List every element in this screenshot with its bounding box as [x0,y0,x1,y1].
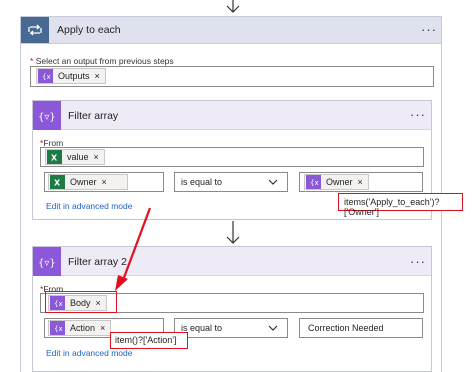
operator-value: is equal to [181,177,223,187]
value-token[interactable]: X value × [45,149,105,165]
svg-text:{x}: {x} [54,325,63,333]
annotation-box: item()?['Action'] [110,332,188,349]
outputs-token-remove-button[interactable]: × [95,71,100,81]
svg-text:{▿}: {▿} [38,112,56,123]
expression-icon: {x} [50,321,65,335]
chevron-down-icon [268,179,278,185]
value-token-label: value [67,152,89,162]
action-token-label: Action [70,323,96,333]
action-token-remove-button[interactable]: × [100,323,105,333]
svg-text:{x}: {x} [42,73,51,81]
annotation-box: items('Apply_to_each')?['Owner'] [338,193,463,217]
expression-icon: {x} [306,175,321,189]
arrow-down-icon [226,221,240,244]
owner-right-token[interactable]: {x} Owner × [304,174,369,190]
owner-right-token-label: Owner [326,177,353,187]
filter-array-2-menu-button[interactable]: ··· [410,255,426,268]
expression-icon: {x} [50,296,65,310]
action-token[interactable]: {x} Action × [48,320,112,336]
filter-icon: {▿} [33,101,61,130]
arrow-down-icon [226,0,240,13]
body-token-remove-button[interactable]: × [96,298,101,308]
svg-text:X: X [51,154,58,163]
annotation-text: item()?['Action'] [115,335,177,345]
svg-text:X: X [54,179,61,188]
apply-to-each-title: Apply to each [57,24,121,36]
outputs-token[interactable]: {x} Outputs × [36,68,106,84]
operator-dropdown[interactable]: is equal to [174,172,288,192]
svg-text:{▿}: {▿} [38,258,56,269]
filter-array-menu-button[interactable]: ··· [410,108,426,121]
excel-icon: X [47,150,62,164]
filter-array-title: Filter array [68,110,119,122]
filter-icon: {▿} [33,247,61,276]
apply-to-each-menu-button[interactable]: ··· [421,23,437,36]
edit-advanced-mode-link[interactable]: Edit in advanced mode [46,348,132,358]
annotation-text: items('Apply_to_each')?['Owner'] [344,197,440,217]
owner-left-token[interactable]: X Owner × [48,174,128,190]
value-token-remove-button[interactable]: × [94,152,99,162]
svg-text:{x}: {x} [54,300,63,308]
body-token[interactable]: {x} Body × [48,295,107,311]
owner-right-token-remove-button[interactable]: × [358,177,363,187]
condition-right-value: Correction Needed [308,323,384,333]
chevron-down-icon [268,325,278,331]
outputs-token-label: Outputs [58,71,90,81]
red-arrow-annotation [115,207,152,291]
svg-text:{x}: {x} [310,179,319,187]
operator-dropdown[interactable]: is equal to [174,318,288,338]
owner-left-token-label: Owner [70,177,97,187]
body-token-label: Body [70,298,91,308]
owner-left-token-remove-button[interactable]: × [102,177,107,187]
expression-icon: {x} [38,69,53,83]
condition-right-field[interactable]: Correction Needed [299,318,423,338]
select-output-label: * Select an output from previous steps [30,56,174,66]
loop-icon [21,17,49,43]
excel-icon: X [50,175,65,189]
